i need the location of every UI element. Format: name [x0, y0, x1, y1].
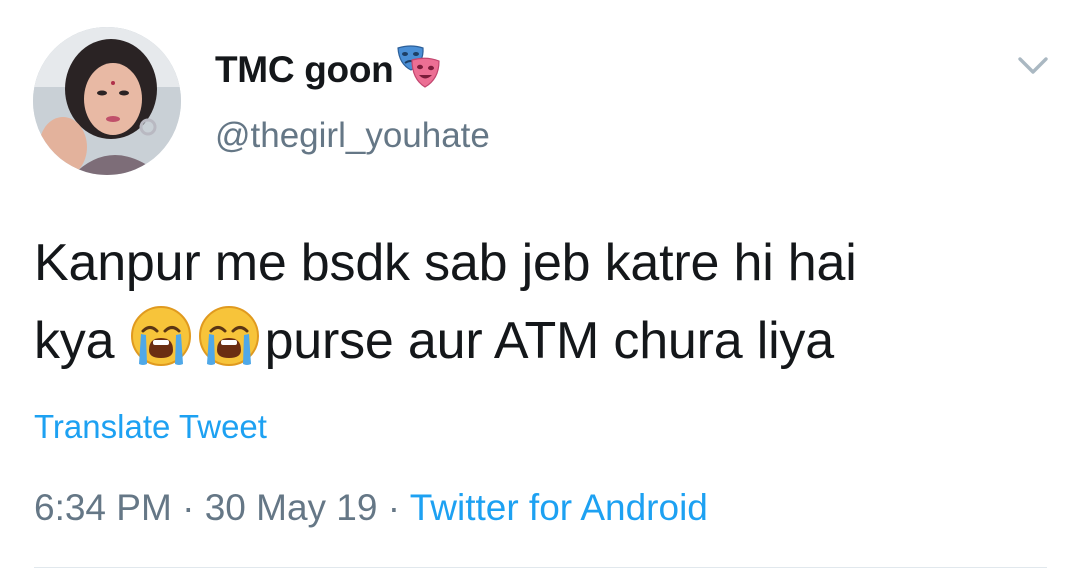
tweet-meta: 6:34 PM · 30 May 19 · Twitter for Androi…: [34, 487, 708, 529]
tweet-time[interactable]: 6:34 PM: [34, 487, 172, 528]
avatar-image: [33, 27, 181, 175]
chevron-down-icon[interactable]: [1013, 52, 1053, 80]
tweet-text: Kanpur me bsdk sab jeb katre hi hai kya …: [34, 224, 1054, 380]
performing-arts-masks-icon: [397, 45, 441, 88]
user-handle[interactable]: @thegirl_youhate: [215, 116, 490, 156]
display-name-row[interactable]: TMC goon: [215, 44, 443, 96]
meta-separator: ·: [171, 487, 205, 528]
tweet-source-link[interactable]: Twitter for Android: [410, 487, 708, 528]
crying-face-icon: [198, 306, 259, 366]
translate-tweet-link[interactable]: Translate Tweet: [34, 408, 267, 446]
crying-face-icon: [130, 306, 191, 366]
meta-separator: ·: [377, 487, 410, 528]
tweet-text-line2-suffix: purse aur ATM chura liya: [264, 312, 835, 370]
divider: [34, 567, 1047, 568]
avatar[interactable]: [33, 27, 181, 175]
tweet-text-line2-prefix: kya: [34, 312, 129, 370]
tweet-card: TMC goon @thegirl_youhate Kanpur me bsdk…: [0, 0, 1080, 582]
tweet-text-line1: Kanpur me bsdk sab jeb katre hi hai: [34, 234, 857, 292]
tweet-date[interactable]: 30 May 19: [205, 487, 378, 528]
display-name[interactable]: TMC goon: [215, 49, 394, 91]
